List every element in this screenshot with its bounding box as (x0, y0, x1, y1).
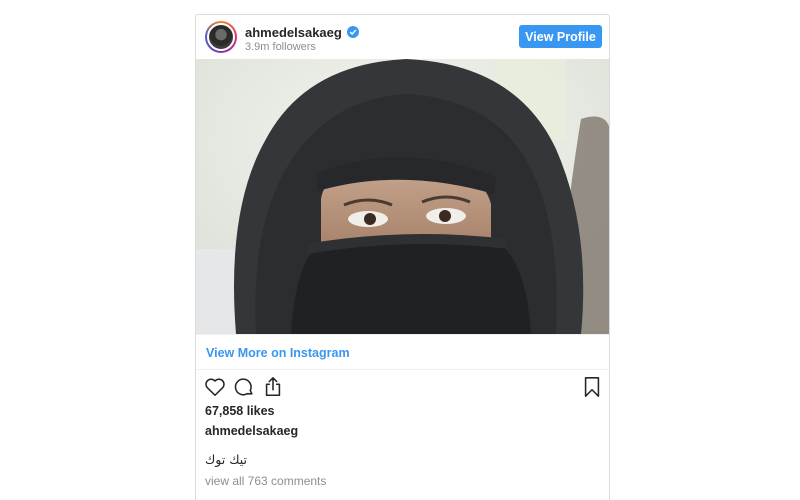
follower-count: 3.9m followers (245, 41, 316, 53)
avatar-image (207, 23, 235, 51)
username-link[interactable]: ahmedelsakaeg (245, 25, 342, 40)
divider (196, 334, 609, 335)
verified-badge-icon (346, 26, 359, 38)
view-comments-link[interactable]: view all 763 comments (205, 474, 326, 488)
like-count: 67,858 likes (205, 404, 275, 418)
heart-icon[interactable] (204, 376, 226, 398)
divider (196, 369, 609, 370)
caption-text: تيك توك (205, 452, 247, 467)
avatar[interactable] (205, 21, 237, 53)
post-header: ahmedelsakaeg 3.9m followers View Profil… (196, 15, 609, 59)
comment-icon[interactable] (233, 376, 255, 398)
instagram-embed-card: ahmedelsakaeg 3.9m followers View Profil… (195, 14, 610, 500)
bookmark-icon[interactable] (581, 376, 603, 398)
share-icon[interactable] (262, 376, 284, 398)
username-row: ahmedelsakaeg (245, 24, 359, 40)
view-more-link[interactable]: View More on Instagram (206, 346, 350, 360)
view-profile-button[interactable]: View Profile (519, 25, 602, 48)
post-image[interactable] (196, 59, 609, 334)
caption-username[interactable]: ahmedelsakaeg (205, 424, 298, 438)
